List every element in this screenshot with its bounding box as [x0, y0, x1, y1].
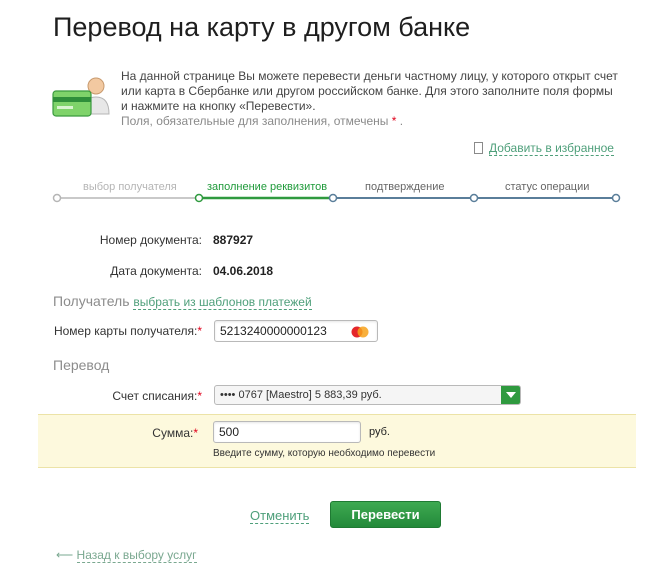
- page-title: Перевод на карту в другом банке: [53, 12, 471, 42]
- step-dot-5: [611, 193, 621, 203]
- required-mark: *: [197, 324, 202, 338]
- step-dot-2: [194, 193, 204, 203]
- step-dot-1: [52, 193, 62, 203]
- recipient-section-label: Получатель: [53, 293, 130, 309]
- card-number-input[interactable]: 5213240000000123: [214, 320, 378, 342]
- required-mark: *: [193, 426, 198, 440]
- amount-hint: Введите сумму, которую необходимо переве…: [213, 448, 436, 459]
- card-number-value: 5213240000000123: [220, 324, 327, 338]
- currency-label: руб.: [369, 426, 390, 438]
- card-number-label: Номер карты получателя:*: [54, 324, 202, 338]
- required-note: Поля, обязательные для заполнения, отмеч…: [121, 114, 621, 129]
- transfer-section-title: Перевод: [53, 357, 110, 373]
- required-mark: *: [391, 114, 397, 128]
- document-number-label: Номер документа:: [99, 233, 202, 247]
- document-date-label: Дата документа:: [110, 264, 202, 278]
- required-mark: *: [197, 389, 202, 403]
- info-block: На данной странице Вы можете перевести д…: [121, 69, 621, 129]
- back-to-services-link[interactable]: ⟵ Назад к выбору услуг: [56, 548, 197, 563]
- recipient-section-title: Получатель выбрать из шаблонов платежей: [53, 293, 312, 310]
- debit-account-value: •••• 0767 [Maestro] 5 883,39 руб.: [220, 389, 382, 401]
- required-note-end: .: [399, 114, 404, 128]
- payment-card-user-icon: [52, 77, 110, 117]
- mastercard-icon: [351, 326, 369, 338]
- progress-steps: выбор получателя заполнение реквизитов п…: [0, 176, 660, 206]
- step-dot-4: [469, 193, 479, 203]
- chevron-down-icon[interactable]: [501, 386, 520, 404]
- add-to-favorites-label: Добавить в избранное: [489, 141, 614, 156]
- amount-input[interactable]: 500: [213, 421, 361, 443]
- document-number-value: 887927: [213, 233, 254, 247]
- debit-account-label: Счет списания:*: [112, 389, 202, 403]
- bookmark-icon: [474, 142, 483, 154]
- amount-label-text: Сумма:: [152, 426, 194, 440]
- info-text: На данной странице Вы можете перевести д…: [121, 69, 618, 113]
- add-to-favorites-link[interactable]: Добавить в избранное: [474, 141, 614, 156]
- amount-label: Сумма:*: [152, 426, 198, 440]
- card-number-label-text: Номер карты получателя:: [53, 324, 198, 338]
- amount-row: Сумма:* 500 руб. Введите сумму, которую …: [38, 414, 636, 468]
- progress-track: [52, 193, 621, 203]
- amount-value: 500: [219, 425, 240, 439]
- transfer-submit-button[interactable]: Перевести: [330, 501, 441, 528]
- debit-account-select[interactable]: •••• 0767 [Maestro] 5 883,39 руб.: [214, 385, 521, 405]
- back-to-services-label: Назад к выбору услуг: [76, 548, 197, 563]
- document-date-value: 04.06.2018: [213, 264, 274, 278]
- choose-template-link[interactable]: выбрать из шаблонов платежей: [133, 295, 312, 310]
- debit-account-label-text: Счет списания:: [112, 389, 198, 403]
- step-dot-3: [328, 193, 338, 203]
- required-note-text: Поля, обязательные для заполнения, отмеч…: [121, 114, 389, 128]
- arrow-left-icon: ⟵: [56, 548, 74, 562]
- cancel-button[interactable]: Отменить: [250, 508, 310, 524]
